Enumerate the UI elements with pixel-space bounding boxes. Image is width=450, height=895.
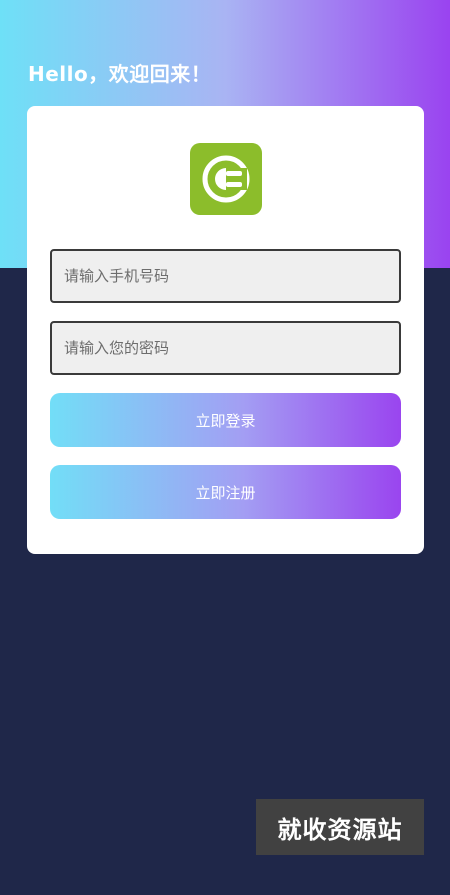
password-input[interactable] (50, 321, 401, 375)
greeting-title: Hello，欢迎回来！ (28, 62, 212, 86)
power-plug-icon (202, 155, 250, 203)
app-logo (190, 143, 262, 215)
phone-number-input[interactable] (50, 249, 401, 303)
watermark-badge: 就收资源站 (256, 799, 424, 855)
login-card: 立即登录 立即注册 (27, 106, 424, 554)
login-button[interactable]: 立即登录 (50, 393, 401, 447)
register-button[interactable]: 立即注册 (50, 465, 401, 519)
login-page: Hello，欢迎回来！ 立即登录 立即注册 就收资源站 (0, 0, 450, 895)
